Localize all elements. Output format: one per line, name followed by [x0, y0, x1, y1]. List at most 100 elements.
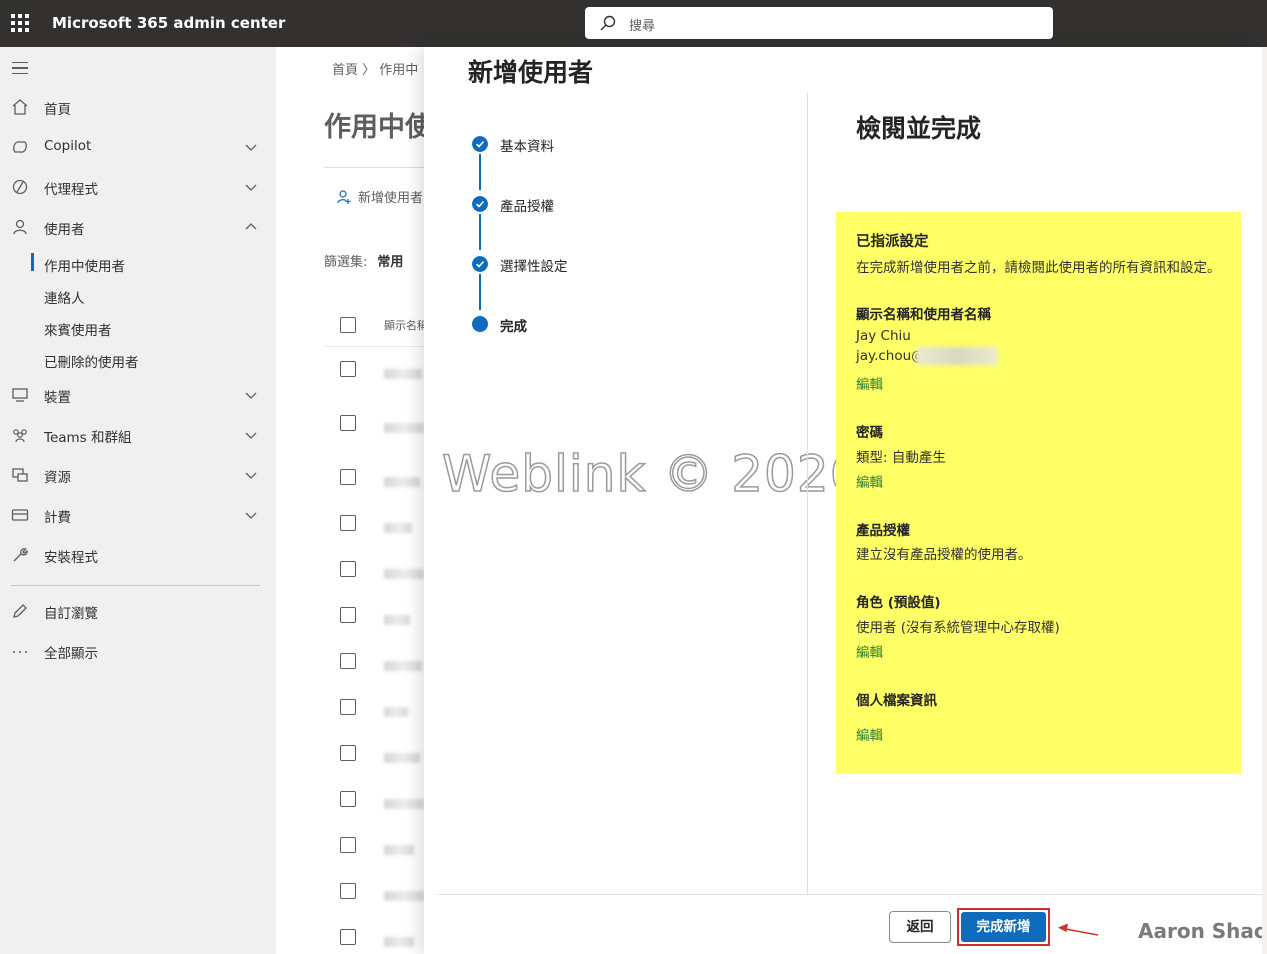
step-complete-check-icon: [472, 256, 488, 272]
sidebar-item-guest-users[interactable]: 來賓使用者: [0, 314, 276, 342]
row-checkbox[interactable]: [340, 561, 356, 577]
assigned-settings-description: 在完成新增使用者之前，請檢閱此使用者的所有資訊和設定。: [856, 260, 1221, 276]
nav-item-copilot[interactable]: Copilot: [0, 131, 276, 163]
column-header-display-name[interactable]: 顯示名稱: [384, 317, 426, 333]
breadcrumb[interactable]: 首頁 〉 作用中: [332, 59, 418, 78]
wrench-icon: [13, 548, 28, 562]
nav-item-setup[interactable]: 安裝程式: [0, 539, 276, 571]
step-basics[interactable]: 基本資料: [424, 132, 804, 156]
app-title[interactable]: Microsoft 365 admin center: [52, 14, 285, 32]
step-label: 基本資料: [500, 139, 554, 155]
row-divider: [324, 346, 426, 347]
nav-item-resources[interactable]: 資源: [0, 459, 276, 491]
page-title: 作用中使: [324, 112, 426, 143]
step-finish[interactable]: 完成: [424, 312, 804, 336]
step-connector: [479, 154, 481, 190]
callout-arrow-icon: [1058, 923, 1099, 936]
row-checkbox[interactable]: [340, 515, 356, 531]
edit-names-link[interactable]: 編輯: [856, 373, 883, 393]
blurred-name: [384, 569, 424, 579]
password-type-value: 類型: 自動產生: [856, 450, 946, 466]
assigned-settings-heading: 已指派設定: [856, 234, 929, 250]
chevron-down-icon[interactable]: [243, 467, 259, 483]
profile-heading: 個人檔案資訊: [856, 693, 937, 709]
step-licenses[interactable]: 產品授權: [424, 192, 804, 216]
nav-item-label: 資源: [44, 470, 71, 486]
row-checkbox[interactable]: [340, 361, 356, 377]
row-checkbox[interactable]: [340, 469, 356, 485]
app-launcher-icon[interactable]: [11, 14, 29, 32]
blurred-name: [384, 937, 414, 947]
add-user-button[interactable]: 新增使用者: [336, 187, 423, 206]
nav-divider: [11, 585, 260, 586]
select-all-checkbox[interactable]: [340, 317, 356, 333]
chevron-down-icon[interactable]: [243, 427, 259, 443]
row-checkbox[interactable]: [340, 929, 356, 945]
sidebar-item-deleted-users[interactable]: 已刪除的使用者: [0, 346, 276, 374]
chevron-down-icon[interactable]: [243, 179, 259, 195]
role-value: 使用者 (沒有系統管理中心存取權): [856, 620, 1060, 636]
blurred-name: [384, 477, 420, 487]
chevron-down-icon[interactable]: [243, 387, 259, 403]
nav-item-show-all[interactable]: 全部顯示: [0, 635, 276, 667]
row-checkbox[interactable]: [340, 791, 356, 807]
author-signature: Aaron Shao: [1138, 919, 1267, 943]
agents-icon: [12, 179, 28, 195]
sidebar-item-active-users[interactable]: 作用中使用者: [0, 250, 276, 278]
nav-item-home[interactable]: 首頁: [0, 91, 276, 123]
names-heading: 顯示名稱和使用者名稱: [856, 307, 991, 323]
chevron-down-icon[interactable]: [243, 507, 259, 523]
blurred-name: [384, 891, 424, 901]
sidebar-item-label: 已刪除的使用者: [44, 355, 139, 371]
step-label: 選擇性設定: [500, 259, 568, 275]
role-heading: 角色 (預設值): [856, 595, 941, 611]
step-optional-settings[interactable]: 選擇性設定: [424, 252, 804, 276]
edit-role-link[interactable]: 編輯: [856, 641, 883, 661]
back-button[interactable]: 返回: [889, 911, 951, 943]
chevron-up-icon[interactable]: [243, 219, 259, 235]
home-icon: [12, 99, 28, 115]
nav-item-label: 全部顯示: [44, 646, 98, 662]
search-input[interactable]: 搜尋: [629, 15, 655, 34]
row-checkbox[interactable]: [340, 837, 356, 853]
step-connector: [479, 274, 481, 310]
step-label: 產品授權: [500, 199, 554, 215]
row-checkbox[interactable]: [340, 745, 356, 761]
row-checkbox[interactable]: [340, 607, 356, 623]
finish-adding-button[interactable]: 完成新增: [961, 912, 1046, 942]
copilot-icon: [13, 141, 27, 153]
nav-item-customize[interactable]: 自訂瀏覽: [0, 595, 276, 627]
step-connector: [479, 214, 481, 250]
watermark: Weblink © 2026: [441, 444, 863, 504]
hamburger-menu-icon[interactable]: [12, 62, 28, 74]
nav-item-label: 計費: [44, 510, 71, 526]
blurred-name: [384, 615, 410, 625]
row-checkbox[interactable]: [340, 883, 356, 899]
blurred-name: [384, 707, 408, 717]
blurred-name: [384, 523, 412, 533]
nav-item-agents[interactable]: 代理程式: [0, 171, 276, 203]
nav-item-devices[interactable]: 裝置: [0, 379, 276, 411]
chevron-down-icon[interactable]: [243, 139, 259, 155]
nav-item-billing[interactable]: 計費: [0, 499, 276, 531]
edit-profile-link[interactable]: 編輯: [856, 724, 883, 744]
step-label: 完成: [500, 319, 527, 335]
row-checkbox[interactable]: [340, 653, 356, 669]
top-bar: Microsoft 365 admin center 搜尋: [0, 0, 1267, 47]
page-scrollbar[interactable]: [1262, 47, 1267, 954]
blurred-name: [384, 661, 422, 671]
nav-item-label: Teams 和群組: [44, 430, 132, 446]
password-heading: 密碼: [856, 425, 883, 441]
filter-set[interactable]: 篩選集: 常用: [324, 251, 403, 270]
search-box[interactable]: 搜尋: [585, 7, 1053, 39]
review-title: 檢閱並完成: [856, 114, 982, 143]
nav-item-users[interactable]: 使用者: [0, 211, 276, 243]
edit-password-link[interactable]: 編輯: [856, 471, 883, 491]
nav-item-teams-groups[interactable]: Teams 和群組: [0, 419, 276, 451]
review-summary: 已指派設定 在完成新增使用者之前，請檢閱此使用者的所有資訊和設定。 顯示名稱和使…: [836, 212, 1241, 774]
step-complete-check-icon: [472, 196, 488, 212]
row-checkbox[interactable]: [340, 415, 356, 431]
sidebar-item-contacts[interactable]: 連絡人: [0, 282, 276, 310]
device-icon: [12, 388, 28, 402]
row-checkbox[interactable]: [340, 699, 356, 715]
